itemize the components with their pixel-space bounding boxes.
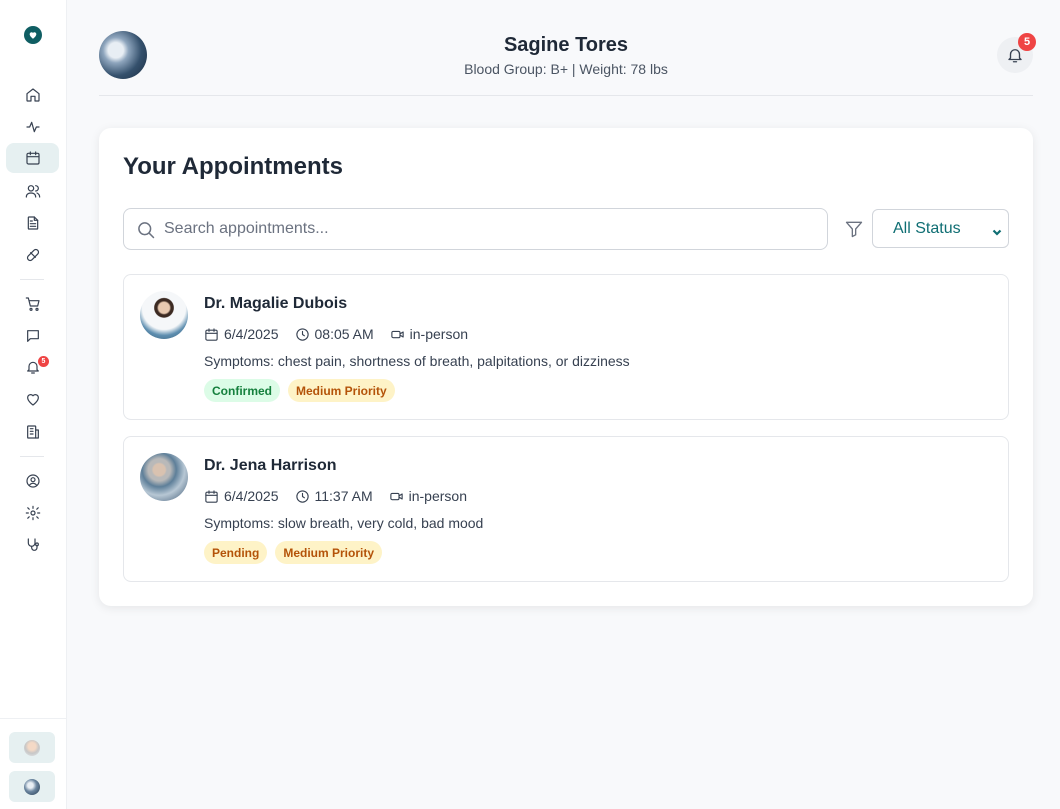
sidebar-item-doctors[interactable] bbox=[6, 176, 59, 206]
home-icon bbox=[25, 88, 40, 102]
doctor-avatar bbox=[140, 291, 188, 339]
chevron-down-icon bbox=[992, 224, 1002, 236]
sidebar-item-consult[interactable] bbox=[6, 530, 59, 560]
appointment-mode: in-person bbox=[390, 326, 468, 342]
appointment-time: 11:37 AM bbox=[295, 488, 373, 504]
file-icon bbox=[27, 216, 38, 230]
gear-icon bbox=[25, 505, 40, 521]
sidebar-item-messages[interactable] bbox=[6, 321, 59, 351]
status-badge: Confirmed bbox=[204, 379, 280, 402]
user-circle-icon bbox=[25, 474, 40, 488]
building-icon bbox=[26, 425, 39, 439]
patient-meta: Blood Group: B+ | Weight: 78 lbs bbox=[464, 61, 668, 77]
heart-icon bbox=[26, 394, 39, 406]
notifications-button[interactable]: 5 bbox=[997, 33, 1036, 73]
avatar bbox=[24, 778, 40, 795]
calendar-icon bbox=[25, 151, 40, 165]
clock-icon bbox=[295, 489, 309, 503]
symptoms-text: Symptoms: chest pain, shortness of breat… bbox=[204, 353, 630, 369]
sidebar-divider bbox=[20, 279, 44, 280]
sidebar-footer-divider bbox=[0, 718, 67, 719]
time-text: 08:05 AM bbox=[314, 326, 374, 342]
sidebar-item-records[interactable] bbox=[6, 208, 59, 238]
status-filter-select[interactable]: All Status bbox=[872, 209, 1009, 248]
sidebar-item-medications[interactable] bbox=[6, 240, 59, 270]
doctor-name: Dr. Jena Harrison bbox=[204, 457, 337, 474]
mode-text: in-person bbox=[409, 326, 469, 342]
badge-group: Pending Medium Priority bbox=[204, 541, 383, 564]
appointment-mode: in-person bbox=[389, 488, 467, 504]
header-divider bbox=[99, 95, 1033, 96]
sidebar-item-activity[interactable] bbox=[6, 112, 59, 142]
video-icon bbox=[389, 492, 403, 500]
sidebar-item-hospitals[interactable] bbox=[6, 417, 59, 447]
user-avatar-button[interactable] bbox=[9, 771, 55, 802]
patient-name: Sagine Tores bbox=[503, 34, 629, 56]
status-badge: Pending bbox=[204, 541, 268, 564]
avatar bbox=[24, 739, 40, 756]
sidebar-item-pharmacy[interactable] bbox=[6, 289, 59, 319]
sidebar-item-appointments[interactable] bbox=[6, 143, 59, 173]
sidebar-item-favorites[interactable] bbox=[6, 384, 59, 414]
calendar-icon bbox=[205, 489, 218, 503]
patient-header: Sagine Tores Blood Group: B+ | Weight: 7… bbox=[99, 31, 1036, 95]
message-icon bbox=[26, 330, 39, 342]
search-icon bbox=[138, 222, 155, 239]
search-input[interactable] bbox=[164, 209, 814, 249]
appointment-meta: 6/4/2025 11:37 AM in-person bbox=[204, 487, 483, 505]
sidebar-item-settings[interactable] bbox=[6, 498, 59, 528]
sidebar-item-notifications[interactable]: 5 bbox=[6, 352, 59, 382]
sidebar-divider bbox=[20, 456, 44, 457]
notification-count-badge: 5 bbox=[1018, 33, 1036, 51]
heart-logo-icon[interactable] bbox=[24, 26, 42, 44]
time-text: 11:37 AM bbox=[314, 488, 373, 504]
doctor-name: Dr. Magalie Dubois bbox=[204, 295, 348, 312]
notification-count-badge: 5 bbox=[38, 356, 49, 367]
calendar-icon bbox=[205, 327, 218, 341]
users-icon bbox=[25, 185, 40, 198]
page-title: Your Appointments bbox=[123, 153, 343, 180]
mode-text: in-person bbox=[408, 488, 467, 504]
date-text: 6/4/2025 bbox=[224, 488, 279, 504]
symptoms-text: Symptoms: slow breath, very cold, bad mo… bbox=[204, 515, 484, 531]
sidebar-item-home[interactable] bbox=[6, 80, 59, 110]
pill-icon bbox=[26, 248, 39, 262]
appointment-item[interactable]: Dr. Jena Harrison 6/4/2025 11:37 AM in-p… bbox=[123, 436, 1009, 582]
filter-icon[interactable] bbox=[844, 219, 864, 239]
doctor-avatar bbox=[140, 453, 188, 501]
date-text: 6/4/2025 bbox=[224, 326, 279, 342]
appointments-card: Your Appointments All Status Dr. Magalie… bbox=[99, 128, 1033, 606]
video-icon bbox=[390, 330, 404, 338]
sidebar-item-profile[interactable] bbox=[6, 466, 59, 496]
appointment-meta: 6/4/2025 08:05 AM in-person bbox=[204, 325, 484, 343]
cart-icon bbox=[25, 297, 40, 311]
activity-icon bbox=[25, 121, 40, 133]
doctor-avatar-button[interactable] bbox=[9, 732, 55, 763]
status-filter-value: All Status bbox=[893, 219, 961, 237]
appointment-item[interactable]: Dr. Magalie Dubois 6/4/2025 08:05 AM in-… bbox=[123, 274, 1009, 420]
appointment-date: 6/4/2025 bbox=[204, 488, 279, 504]
appointment-date: 6/4/2025 bbox=[204, 326, 279, 342]
clock-icon bbox=[295, 327, 309, 341]
priority-badge: Medium Priority bbox=[288, 379, 395, 402]
badge-group: Confirmed Medium Priority bbox=[204, 379, 395, 402]
stethoscope-icon bbox=[27, 538, 39, 551]
search-field[interactable] bbox=[123, 208, 828, 250]
priority-badge: Medium Priority bbox=[275, 541, 383, 564]
sidebar: 5 bbox=[0, 0, 67, 809]
appointment-time: 08:05 AM bbox=[295, 326, 374, 342]
